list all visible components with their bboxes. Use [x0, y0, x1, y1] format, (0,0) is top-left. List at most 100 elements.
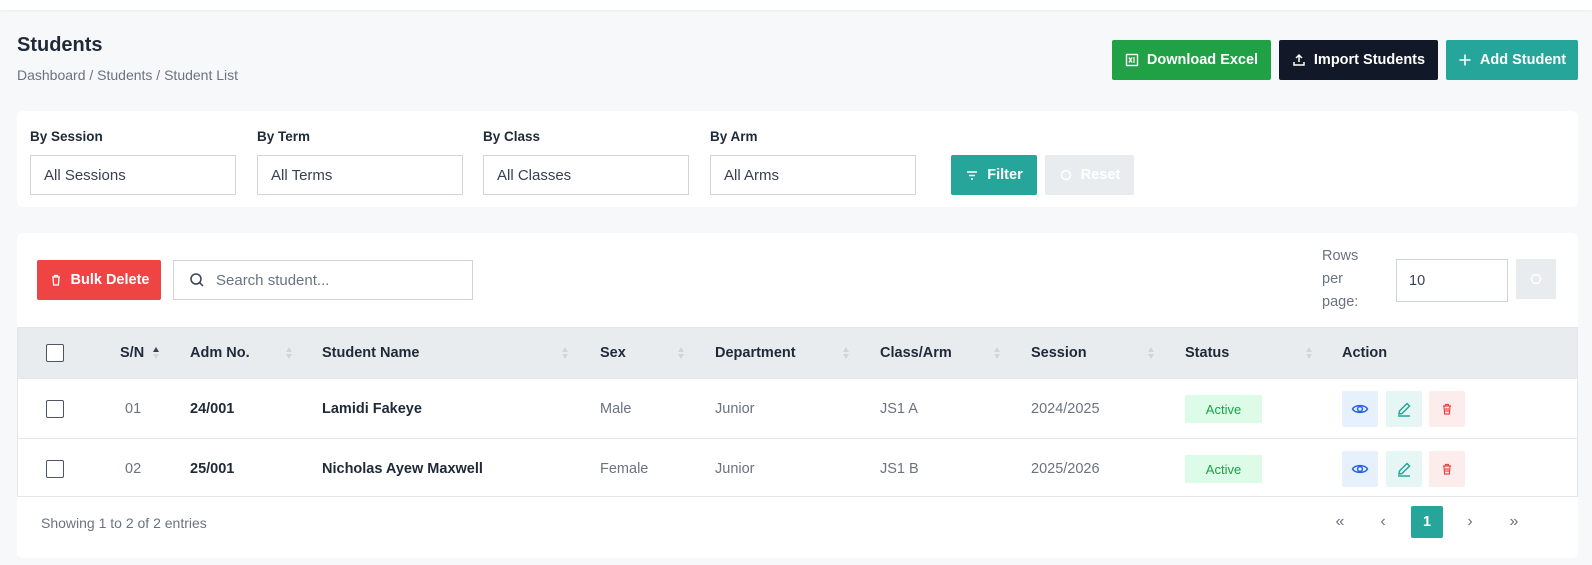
refresh-icon [1060, 169, 1071, 181]
status-badge: Active [1185, 455, 1262, 483]
add-student-button[interactable]: Add Student [1446, 40, 1578, 80]
cell-sex: Female [600, 461, 649, 477]
filter-class: By Class All Classes [483, 129, 689, 195]
row-checkbox[interactable] [46, 460, 64, 478]
column-header-sn[interactable]: S/N [120, 328, 144, 378]
column-header-student-name[interactable]: Student Name [322, 328, 420, 378]
cell-adm-no: 25/001 [190, 461, 235, 477]
filter-button[interactable]: Filter [951, 155, 1037, 195]
cell-department: Junior [715, 401, 755, 417]
import-students-button[interactable]: Import Students [1279, 40, 1438, 80]
cell-class-arm: JS1 A [880, 401, 918, 417]
search-icon [190, 273, 204, 287]
column-header-adm-no[interactable]: Adm No. [190, 328, 250, 378]
bulk-delete-label: Bulk Delete [70, 272, 150, 288]
cell-department: Junior [715, 461, 755, 477]
filter-session-label: By Session [30, 129, 103, 144]
cell-student-name: Nicholas Ayew Maxwell [322, 461, 483, 477]
refresh-icon [1530, 273, 1542, 285]
sort-icon[interactable] [677, 345, 685, 361]
sort-icon[interactable] [1147, 345, 1155, 361]
delete-button[interactable] [1429, 391, 1465, 427]
row-checkbox[interactable] [46, 400, 64, 418]
column-header-session[interactable]: Session [1031, 328, 1087, 378]
column-header-status[interactable]: Status [1185, 328, 1229, 378]
filter-class-label: By Class [483, 129, 541, 144]
cell-student-name: Lamidi Fakeye [322, 401, 422, 417]
import-students-label: Import Students [1313, 52, 1426, 68]
table-row[interactable]: 01 24/001 Lamidi Fakeye Male Junior JS1 … [18, 378, 1577, 438]
session-select[interactable]: All Sessions [30, 155, 236, 195]
search-field[interactable] [173, 260, 473, 300]
reset-button-label: Reset [1080, 167, 1121, 183]
sort-icon[interactable] [285, 345, 293, 361]
trash-icon [1443, 403, 1451, 415]
plus-icon [1459, 54, 1471, 66]
view-button[interactable] [1342, 451, 1378, 487]
sort-icon[interactable] [993, 345, 1001, 361]
edit-button[interactable] [1386, 391, 1422, 427]
cell-sn: 01 [125, 401, 142, 417]
download-excel-label: Download Excel [1146, 52, 1259, 68]
cell-class-arm: JS1 B [880, 461, 919, 477]
table-header: S/N Adm No. Student Name Sex Department … [18, 328, 1577, 378]
sort-icon[interactable] [1305, 345, 1313, 361]
refresh-button[interactable] [1516, 259, 1556, 299]
rows-per-page-label: Rows per page: [1322, 248, 1359, 310]
eye-icon [1351, 464, 1369, 474]
pencil-icon [1398, 402, 1411, 417]
filter-button-label: Filter [987, 167, 1023, 183]
term-select[interactable]: All Terms [257, 155, 463, 195]
cell-sn: 02 [125, 461, 142, 477]
rows-per-page-select[interactable]: 10 [1396, 259, 1508, 302]
eye-icon [1351, 404, 1369, 414]
trash-icon [51, 274, 60, 286]
first-page-button[interactable]: « [1324, 506, 1356, 538]
column-header-sex[interactable]: Sex [600, 328, 626, 378]
sort-icon[interactable] [561, 345, 569, 361]
filter-card: By Session All Sessions By Term All Term… [17, 111, 1578, 207]
column-header-action: Action [1342, 345, 1388, 361]
breadcrumb: Dashboard / Students / Student List [17, 67, 239, 83]
excel-file-icon [1125, 53, 1139, 67]
search-input[interactable] [216, 271, 456, 289]
page-title: Students [17, 34, 103, 56]
filter-term-label: By Term [257, 129, 311, 144]
add-student-label: Add Student [1479, 52, 1567, 68]
arm-select[interactable]: All Arms [710, 155, 916, 195]
sort-icon[interactable] [842, 345, 850, 361]
pencil-icon [1398, 462, 1411, 477]
filter-term: By Term All Terms [257, 129, 463, 195]
cell-sex: Male [600, 401, 632, 417]
page-1-button[interactable]: 1 [1411, 506, 1443, 538]
table-row[interactable]: 02 25/001 Nicholas Ayew Maxwell Female J… [18, 438, 1577, 498]
class-select[interactable]: All Classes [483, 155, 689, 195]
column-header-class-arm[interactable]: Class/Arm [880, 328, 952, 378]
entries-summary: Showing 1 to 2 of 2 entries [41, 515, 207, 531]
students-table: S/N Adm No. Student Name Sex Department … [17, 327, 1578, 497]
students-table-card: Bulk Delete Rows per page: 10 S/N Adm No… [17, 233, 1578, 558]
filter-session: By Session All Sessions [30, 129, 236, 195]
delete-button[interactable] [1429, 451, 1465, 487]
bulk-delete-button[interactable]: Bulk Delete [37, 260, 161, 300]
trash-icon [1443, 463, 1451, 475]
last-page-button[interactable]: » [1498, 506, 1530, 538]
column-header-department[interactable]: Department [715, 328, 796, 378]
top-bar [0, 0, 1592, 10]
edit-button[interactable] [1386, 451, 1422, 487]
filter-arm-label: By Arm [710, 129, 758, 144]
cell-adm-no: 24/001 [190, 401, 235, 417]
cell-session: 2025/2026 [1031, 461, 1100, 477]
prev-page-button[interactable]: ‹ [1367, 506, 1399, 538]
status-badge: Active [1185, 395, 1262, 423]
select-all-checkbox[interactable] [46, 344, 64, 362]
download-excel-button[interactable]: Download Excel [1112, 40, 1271, 80]
upload-icon [1293, 53, 1305, 66]
reset-button[interactable]: Reset [1045, 155, 1134, 195]
filter-lines-icon [967, 171, 978, 180]
filter-arm: By Arm All Arms [710, 129, 916, 195]
cell-session: 2024/2025 [1031, 401, 1100, 417]
view-button[interactable] [1342, 391, 1378, 427]
sort-asc-icon[interactable] [152, 345, 160, 361]
next-page-button[interactable]: › [1454, 506, 1486, 538]
